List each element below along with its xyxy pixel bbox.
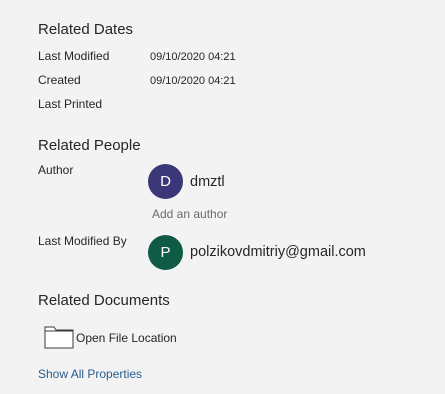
show-all-properties-link[interactable]: Show All Properties bbox=[38, 367, 142, 381]
last-modified-label: Last Modified bbox=[38, 49, 110, 63]
last-printed-label: Last Printed bbox=[38, 97, 103, 111]
last-modified-by-avatar[interactable]: P bbox=[148, 235, 183, 270]
author-name[interactable]: dmztl bbox=[190, 174, 225, 190]
created-label: Created bbox=[38, 73, 81, 87]
open-file-location-button[interactable]: Open File Location bbox=[76, 331, 177, 345]
related-documents-heading: Related Documents bbox=[38, 292, 170, 309]
folder-icon[interactable] bbox=[44, 326, 74, 349]
related-people-heading: Related People bbox=[38, 137, 141, 154]
last-modified-value: 09/10/2020 04:21 bbox=[150, 51, 236, 63]
last-modified-by-label: Last Modified By bbox=[38, 234, 127, 248]
related-dates-heading: Related Dates bbox=[38, 21, 134, 38]
author-label: Author bbox=[38, 163, 74, 177]
last-modified-by-avatar-initial: P bbox=[160, 244, 171, 261]
author-avatar-initial: D bbox=[160, 173, 171, 190]
created-value: 09/10/2020 04:21 bbox=[150, 75, 236, 87]
last-modified-by-name[interactable]: polzikovdmitriy@gmail.com bbox=[190, 244, 366, 260]
add-author-link[interactable]: Add an author bbox=[152, 207, 227, 221]
author-avatar[interactable]: D bbox=[148, 164, 183, 199]
